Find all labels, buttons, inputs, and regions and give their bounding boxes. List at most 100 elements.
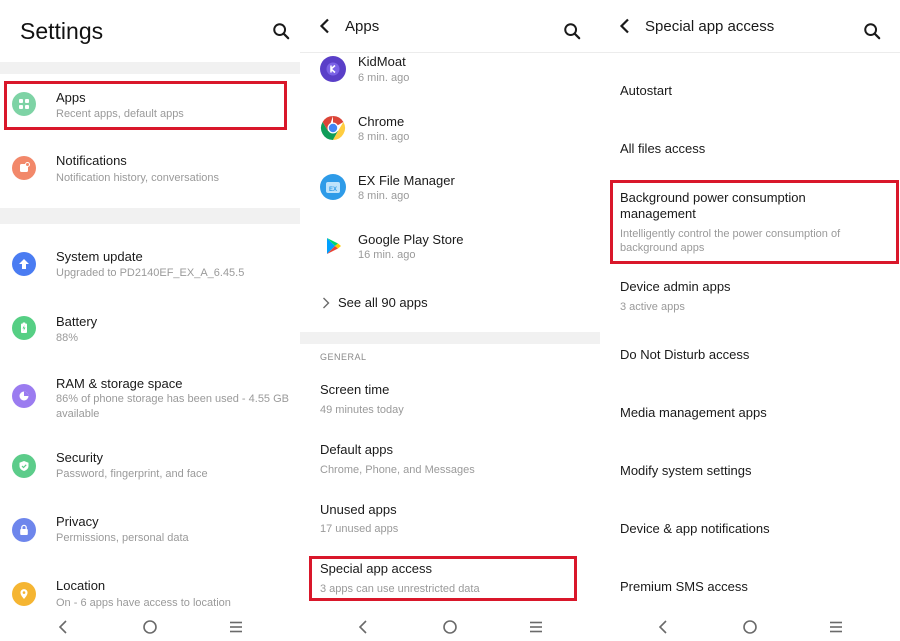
page-title: Apps [345, 18, 380, 35]
search-icon [273, 23, 290, 40]
section-divider [0, 62, 300, 74]
item-title: Screen time [320, 382, 390, 397]
apps-screen: Apps KidMoat 6 min. ago Chrome 8 min. ag… [300, 0, 600, 641]
app-time: 16 min. ago [358, 249, 416, 261]
navigation-bar [300, 615, 600, 641]
app-item-google-play-store[interactable]: Google Play Store 16 min. ago [300, 225, 600, 283]
lock-icon [12, 518, 36, 542]
settings-item-subtitle: Upgraded to PD2140EF_EX_A_6.45.5 [56, 267, 245, 279]
item-title: Autostart [620, 83, 673, 98]
page-title: Settings [20, 18, 104, 44]
search-button[interactable] [859, 18, 885, 44]
home-nav-button[interactable] [140, 619, 160, 635]
settings-item-privacy[interactable]: Privacy Permissions, personal data [0, 504, 300, 560]
item-title: Device & app notifications [620, 521, 770, 536]
chevron-left-icon [58, 620, 67, 634]
menu-lines-icon [230, 621, 242, 633]
highlight-box [309, 556, 577, 601]
item-title: Do Not Disturb access [620, 347, 750, 362]
app-name: EX File Manager [358, 173, 455, 188]
settings-screen: Settings Apps Recent apps, default apps … [0, 0, 300, 641]
back-nav-button[interactable] [354, 619, 374, 635]
settings-item-subtitle: Notification history, conversations [56, 172, 220, 184]
kidmoat-icon [320, 56, 346, 82]
item-subtitle: 3 active apps [620, 301, 685, 313]
settings-item-battery[interactable]: Battery 88% [0, 302, 300, 358]
home-nav-button[interactable] [740, 619, 760, 635]
back-nav-button[interactable] [654, 619, 674, 635]
header-divider [300, 52, 600, 53]
settings-item-title: Location [56, 578, 106, 593]
shield-icon [12, 454, 36, 478]
item-title: Device admin apps [620, 279, 731, 294]
recents-nav-button[interactable] [826, 619, 846, 635]
notifications-icon [12, 156, 36, 180]
settings-item-title: System update [56, 249, 143, 264]
section-divider [300, 332, 600, 344]
storage-icon [12, 384, 36, 408]
special-app-access-screen: Special app access Autostart All files a… [600, 0, 900, 641]
navigation-bar [0, 615, 300, 641]
settings-item-location[interactable]: Location On - 6 apps have access to loca… [0, 568, 300, 616]
item-title: Premium SMS access [620, 579, 748, 594]
settings-item-subtitle: On - 6 apps have access to location [56, 597, 231, 609]
chevron-left-icon [358, 620, 367, 634]
item-title: All files access [620, 141, 706, 156]
item-title: Unused apps [320, 502, 397, 517]
settings-item-notifications[interactable]: Notifications Notification history, conv… [0, 142, 300, 198]
highlight-box [610, 180, 899, 264]
recents-nav-button[interactable] [226, 619, 246, 635]
search-icon [864, 23, 881, 40]
settings-item-subtitle: 88% [56, 332, 79, 344]
app-time: 6 min. ago [358, 72, 410, 84]
home-circle-icon [443, 620, 457, 634]
settings-item-subtitle: Permissions, personal data [56, 532, 189, 544]
highlight-box [4, 81, 287, 130]
settings-item-title: Battery [56, 314, 98, 329]
settings-item-ram-storage[interactable]: RAM & storage space 86% of phone storage… [0, 366, 300, 430]
play-store-icon [320, 233, 346, 259]
item-title: Modify system settings [620, 463, 752, 478]
settings-item-title: Notifications [56, 153, 127, 168]
chevron-right-icon [323, 297, 330, 308]
chevron-left-icon [658, 620, 667, 634]
location-pin-icon [12, 582, 36, 606]
navigation-bar [600, 615, 900, 641]
chevron-left-icon [319, 18, 329, 34]
app-item-chrome[interactable]: Chrome 8 min. ago [300, 107, 600, 165]
item-subtitle: 49 minutes today [320, 404, 404, 416]
app-item-kidmoat[interactable]: KidMoat 6 min. ago [300, 46, 600, 104]
settings-item-title: Security [56, 450, 103, 465]
back-nav-button[interactable] [54, 619, 74, 635]
app-time: 8 min. ago [358, 131, 410, 143]
app-name: KidMoat [358, 54, 406, 69]
settings-item-security[interactable]: Security Password, fingerprint, and face [0, 440, 300, 496]
recents-nav-button[interactable] [526, 619, 546, 635]
search-button[interactable] [559, 18, 585, 44]
app-item-ex-file-manager[interactable]: EX EX File Manager 8 min. ago [300, 166, 600, 224]
home-nav-button[interactable] [440, 619, 460, 635]
header-divider [600, 52, 900, 53]
section-divider [0, 208, 300, 224]
settings-item-system-update[interactable]: System update Upgraded to PD2140EF_EX_A_… [0, 238, 300, 294]
app-time: 8 min. ago [358, 190, 410, 202]
see-all-label: See all 90 apps [338, 295, 428, 310]
app-name: Chrome [358, 114, 405, 129]
item-title: Media management apps [620, 405, 767, 420]
see-all-apps-link[interactable]: See all 90 apps [322, 295, 428, 310]
system-update-icon [12, 252, 36, 276]
ex-file-manager-icon: EX [320, 174, 346, 200]
search-icon [564, 23, 581, 40]
svg-text:EX: EX [329, 187, 337, 193]
item-subtitle: Chrome, Phone, and Messages [320, 464, 475, 476]
chevron-left-icon [619, 18, 629, 34]
item-subtitle: 17 unused apps [320, 523, 399, 535]
settings-item-title: RAM & storage space [56, 376, 183, 391]
home-circle-icon [743, 620, 757, 634]
settings-item-title: Privacy [56, 514, 99, 529]
chrome-icon [320, 115, 346, 141]
search-button[interactable] [268, 18, 294, 44]
home-circle-icon [143, 620, 157, 634]
back-button[interactable] [318, 16, 336, 36]
back-button[interactable] [618, 16, 636, 36]
